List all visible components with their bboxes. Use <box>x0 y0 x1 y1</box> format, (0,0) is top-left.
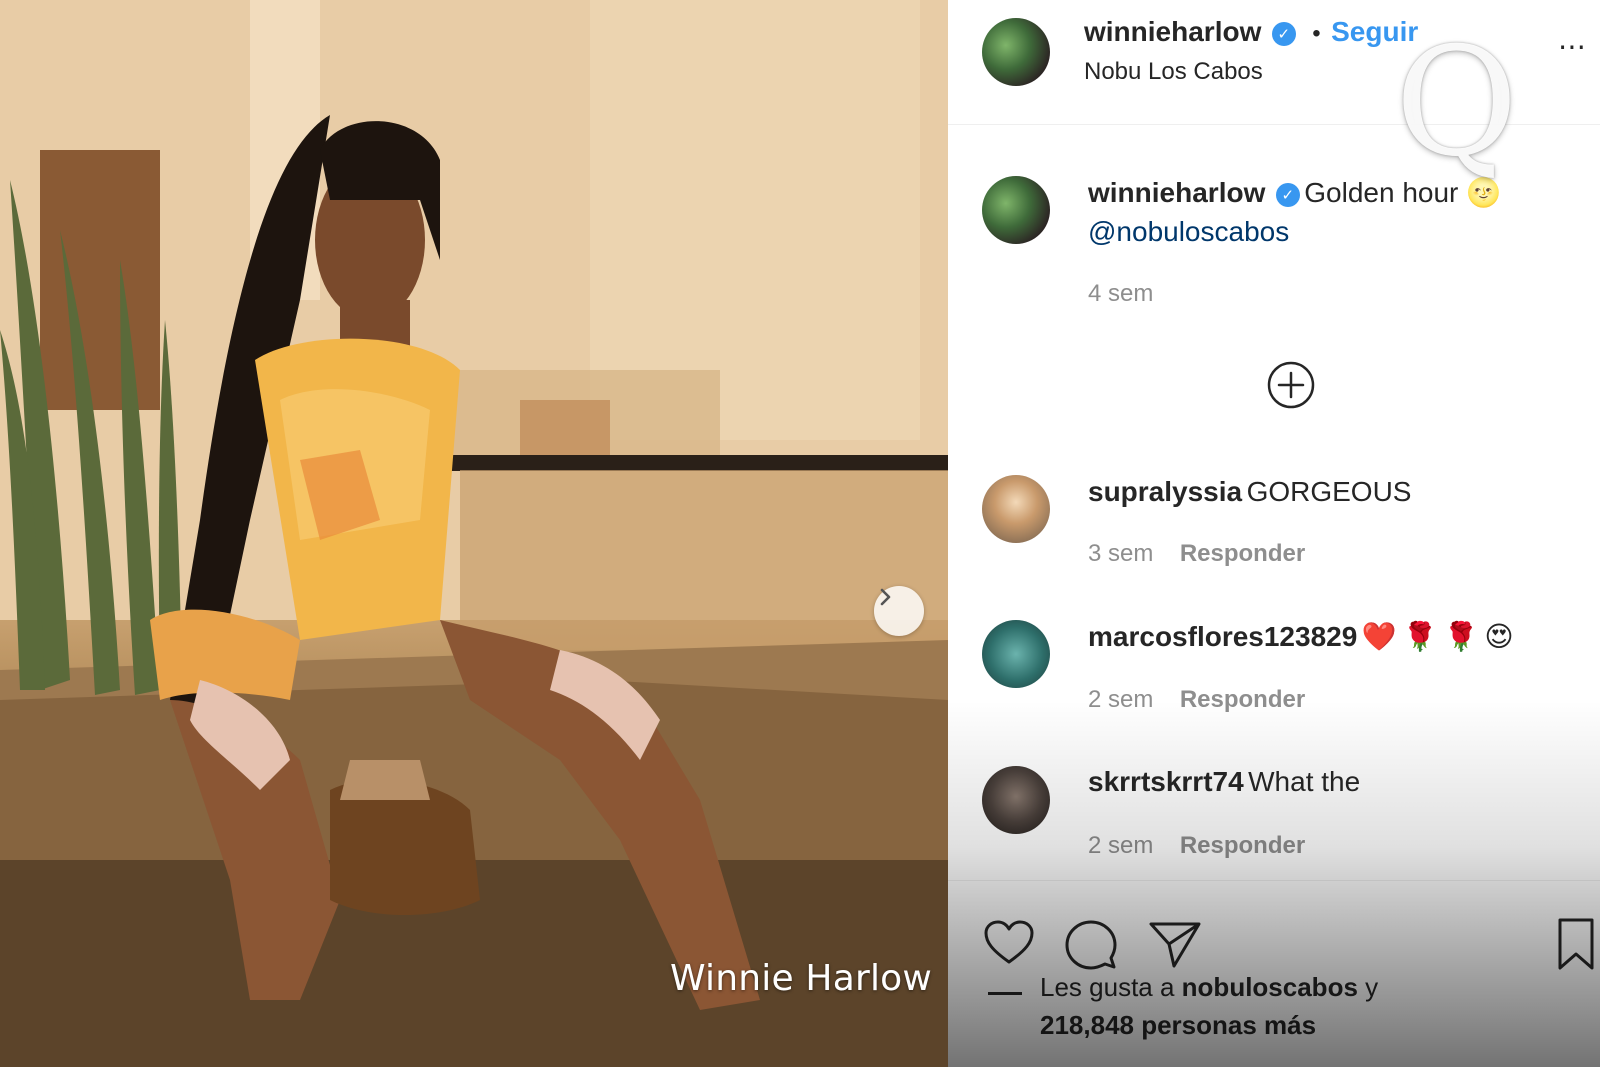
caption-mention[interactable]: @nobuloscabos <box>1088 216 1289 248</box>
author-avatar[interactable] <box>982 18 1050 86</box>
post-header: winnieharlow ✓ • Seguir <box>1084 16 1418 48</box>
comment-username[interactable]: skrrtskrrt74 <box>1088 766 1244 797</box>
comment-item: skrrtskrrt74 What the <box>1088 766 1360 798</box>
more-options-icon[interactable]: ⋯ <box>1558 30 1586 63</box>
reply-button[interactable]: Responder <box>1180 686 1305 713</box>
caption-username[interactable]: winnieharlow <box>1088 177 1265 208</box>
comment-avatar[interactable] <box>982 620 1050 688</box>
post-location[interactable]: Nobu Los Cabos <box>1084 58 1263 86</box>
likes-prefix: Les gusta a <box>1040 972 1175 1002</box>
comment-time: 2 sem <box>1088 832 1154 859</box>
likes-count[interactable]: 218,848 personas más <box>1040 1010 1316 1040</box>
photo-caption: Winnie Harlow <box>670 958 933 999</box>
comment-username[interactable]: supralyssia <box>1088 476 1242 507</box>
caption-time: 4 sem <box>1088 280 1154 307</box>
save-button[interactable] <box>1556 916 1596 977</box>
comment-item: supralyssia GORGEOUS <box>1088 476 1411 508</box>
comment-username[interactable]: marcosflores123829 <box>1088 621 1357 652</box>
comment-icon <box>1065 920 1117 970</box>
comment-text: What the <box>1248 766 1361 797</box>
heart-icon <box>984 920 1034 964</box>
comment-time: 3 sem <box>1088 540 1154 567</box>
comment-meta: 2 sem Responder <box>1088 686 1305 714</box>
next-photo-button[interactable] <box>874 586 924 636</box>
author-username[interactable]: winnieharlow <box>1084 16 1261 47</box>
comment-text: GORGEOUS <box>1246 476 1412 507</box>
likes-middle: y <box>1365 972 1379 1002</box>
comment-meta: 2 sem Responder <box>1088 832 1305 860</box>
verified-badge-icon: ✓ <box>1271 22 1296 46</box>
likes-avatar-line <box>988 990 1022 1008</box>
likes-summary: Les gusta a nobuloscabos y 218,848 perso… <box>1040 968 1378 1044</box>
chevron-right-icon <box>880 588 891 606</box>
reply-button[interactable]: Responder <box>1180 832 1305 859</box>
separator-dot: • <box>1312 20 1321 47</box>
like-button[interactable] <box>982 918 1036 973</box>
reply-button[interactable]: Responder <box>1180 540 1305 567</box>
send-icon <box>1149 922 1201 968</box>
comment-avatar[interactable] <box>982 475 1050 543</box>
caption-avatar[interactable] <box>982 176 1050 244</box>
verified-badge-icon: ✓ <box>1275 183 1300 207</box>
plus-circle-icon <box>1267 361 1315 409</box>
post-photo: Winnie Harlow <box>0 0 948 1067</box>
comment-avatar[interactable] <box>982 766 1050 834</box>
comment-time: 2 sem <box>1088 686 1154 713</box>
actions-divider <box>948 880 1600 881</box>
watermark-logo: Q <box>1395 16 1518 190</box>
photo-scene <box>0 0 948 1067</box>
load-more-comments-button[interactable] <box>1266 360 1316 410</box>
comment-item: marcosflores123829 ❤️🌹🌹😍 <box>1088 620 1520 653</box>
bookmark-icon <box>1558 918 1594 970</box>
comment-meta: 3 sem Responder <box>1088 540 1305 568</box>
likes-user[interactable]: nobuloscabos <box>1182 972 1358 1002</box>
comment-text: ❤️🌹🌹😍 <box>1361 621 1520 652</box>
